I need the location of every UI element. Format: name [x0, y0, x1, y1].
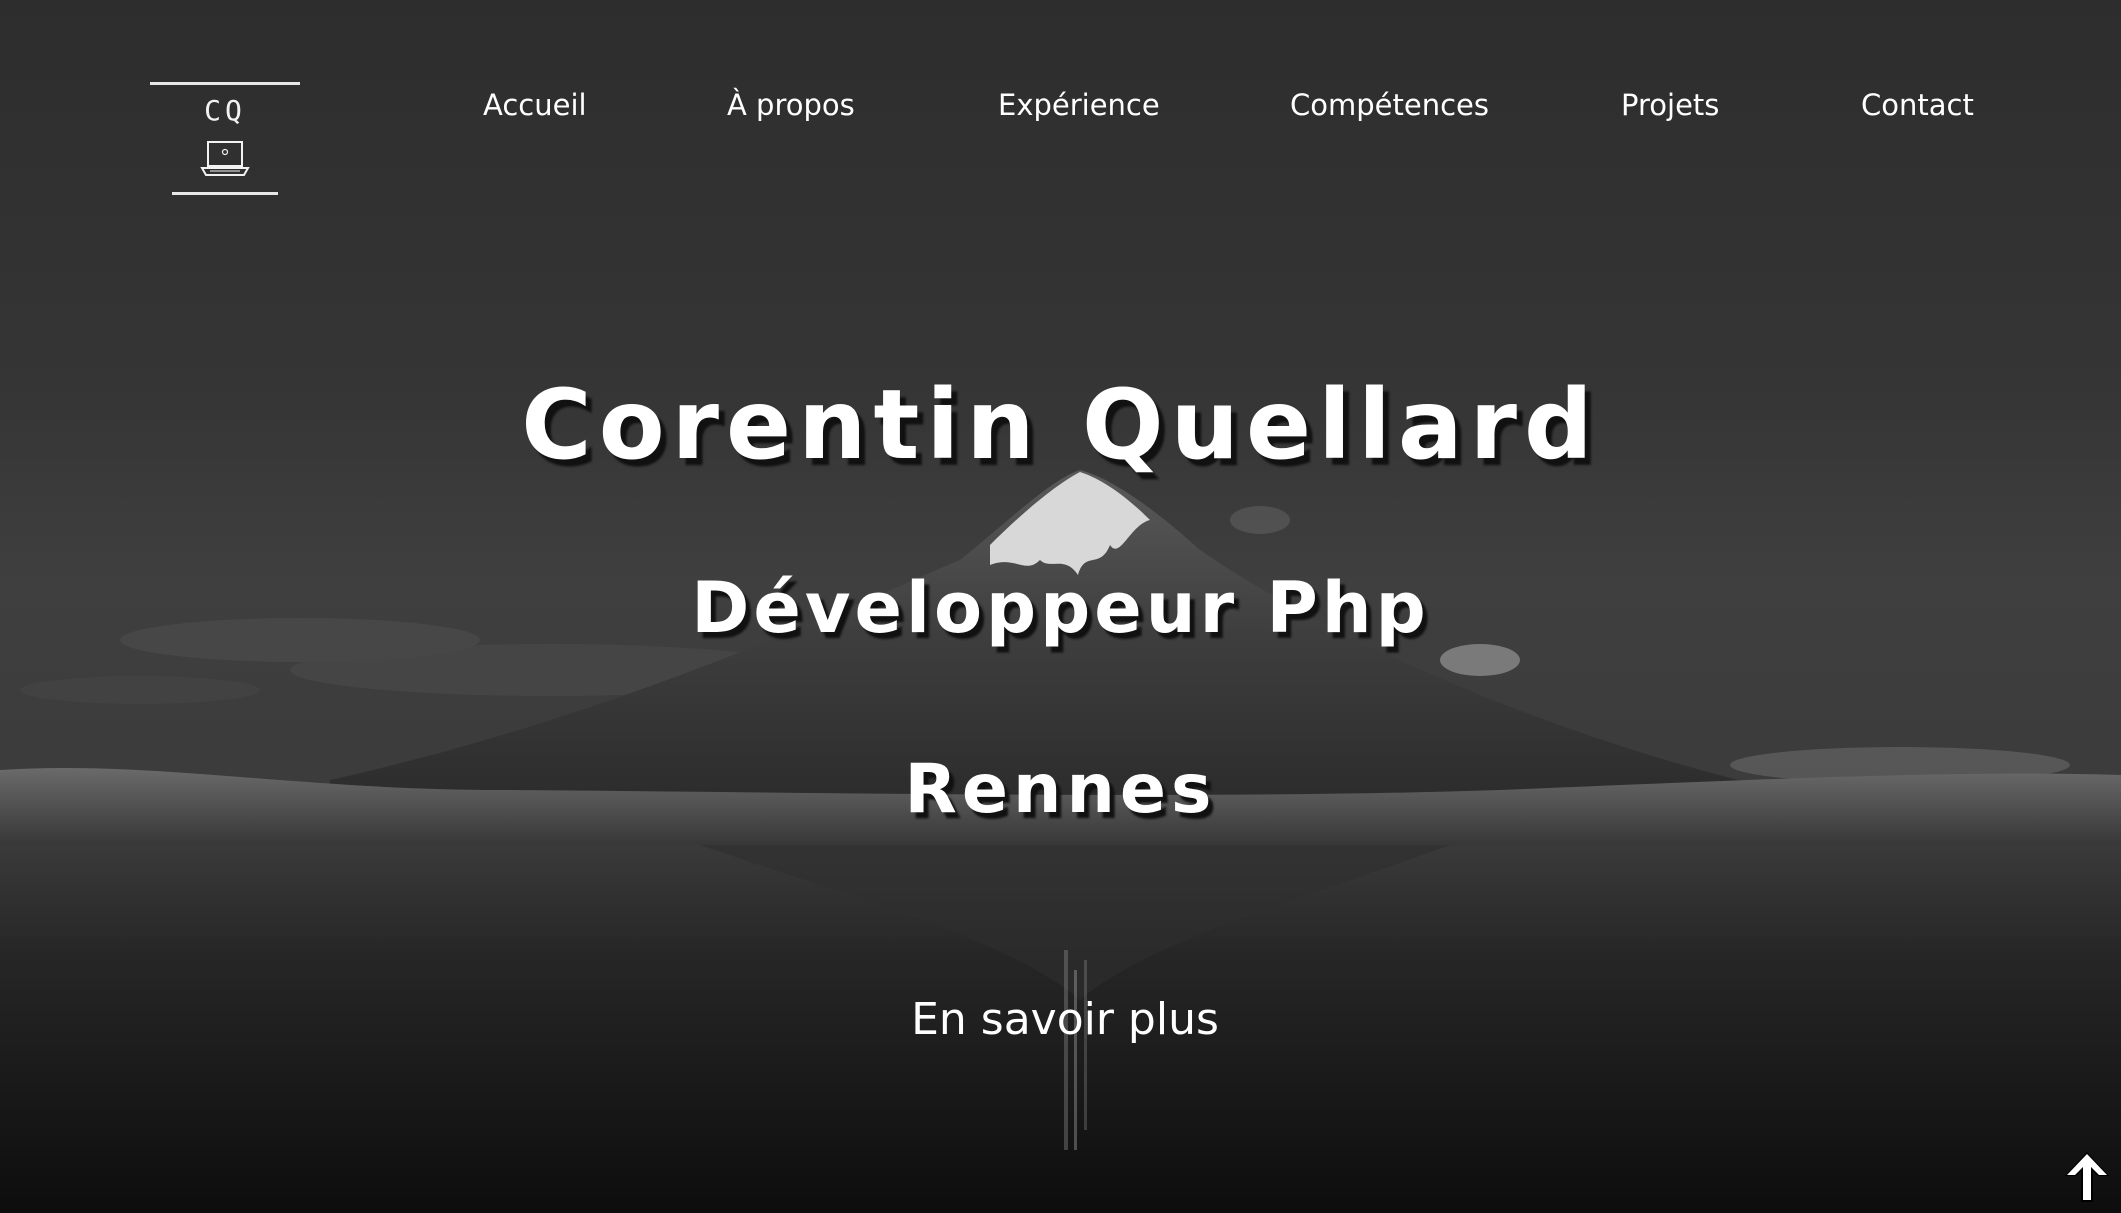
hero-city: Rennes [904, 750, 1217, 829]
logo-bottom-rule [172, 192, 278, 195]
nav-item-competences[interactable]: Compétences [1290, 82, 1489, 128]
learn-more-link[interactable]: En savoir plus [860, 990, 1270, 1050]
hero-section: CQ Accueil À propos Expérience Compétenc… [0, 0, 2121, 1213]
nav-item-accueil[interactable]: Accueil [483, 82, 587, 128]
laptop-icon [200, 141, 250, 176]
hero-name: Corentin Quellard [521, 369, 1600, 481]
nav-item-contact[interactable]: Contact [1861, 82, 1974, 128]
hero-role: Développeur Php [691, 567, 1430, 649]
nav-item-a-propos[interactable]: À propos [727, 82, 855, 128]
main-nav: Accueil À propos Expérience Compétences … [0, 82, 2121, 128]
arrow-up-icon[interactable] [2062, 1150, 2112, 1204]
nav-item-projets[interactable]: Projets [1621, 82, 1719, 128]
nav-item-experience[interactable]: Expérience [998, 82, 1160, 128]
